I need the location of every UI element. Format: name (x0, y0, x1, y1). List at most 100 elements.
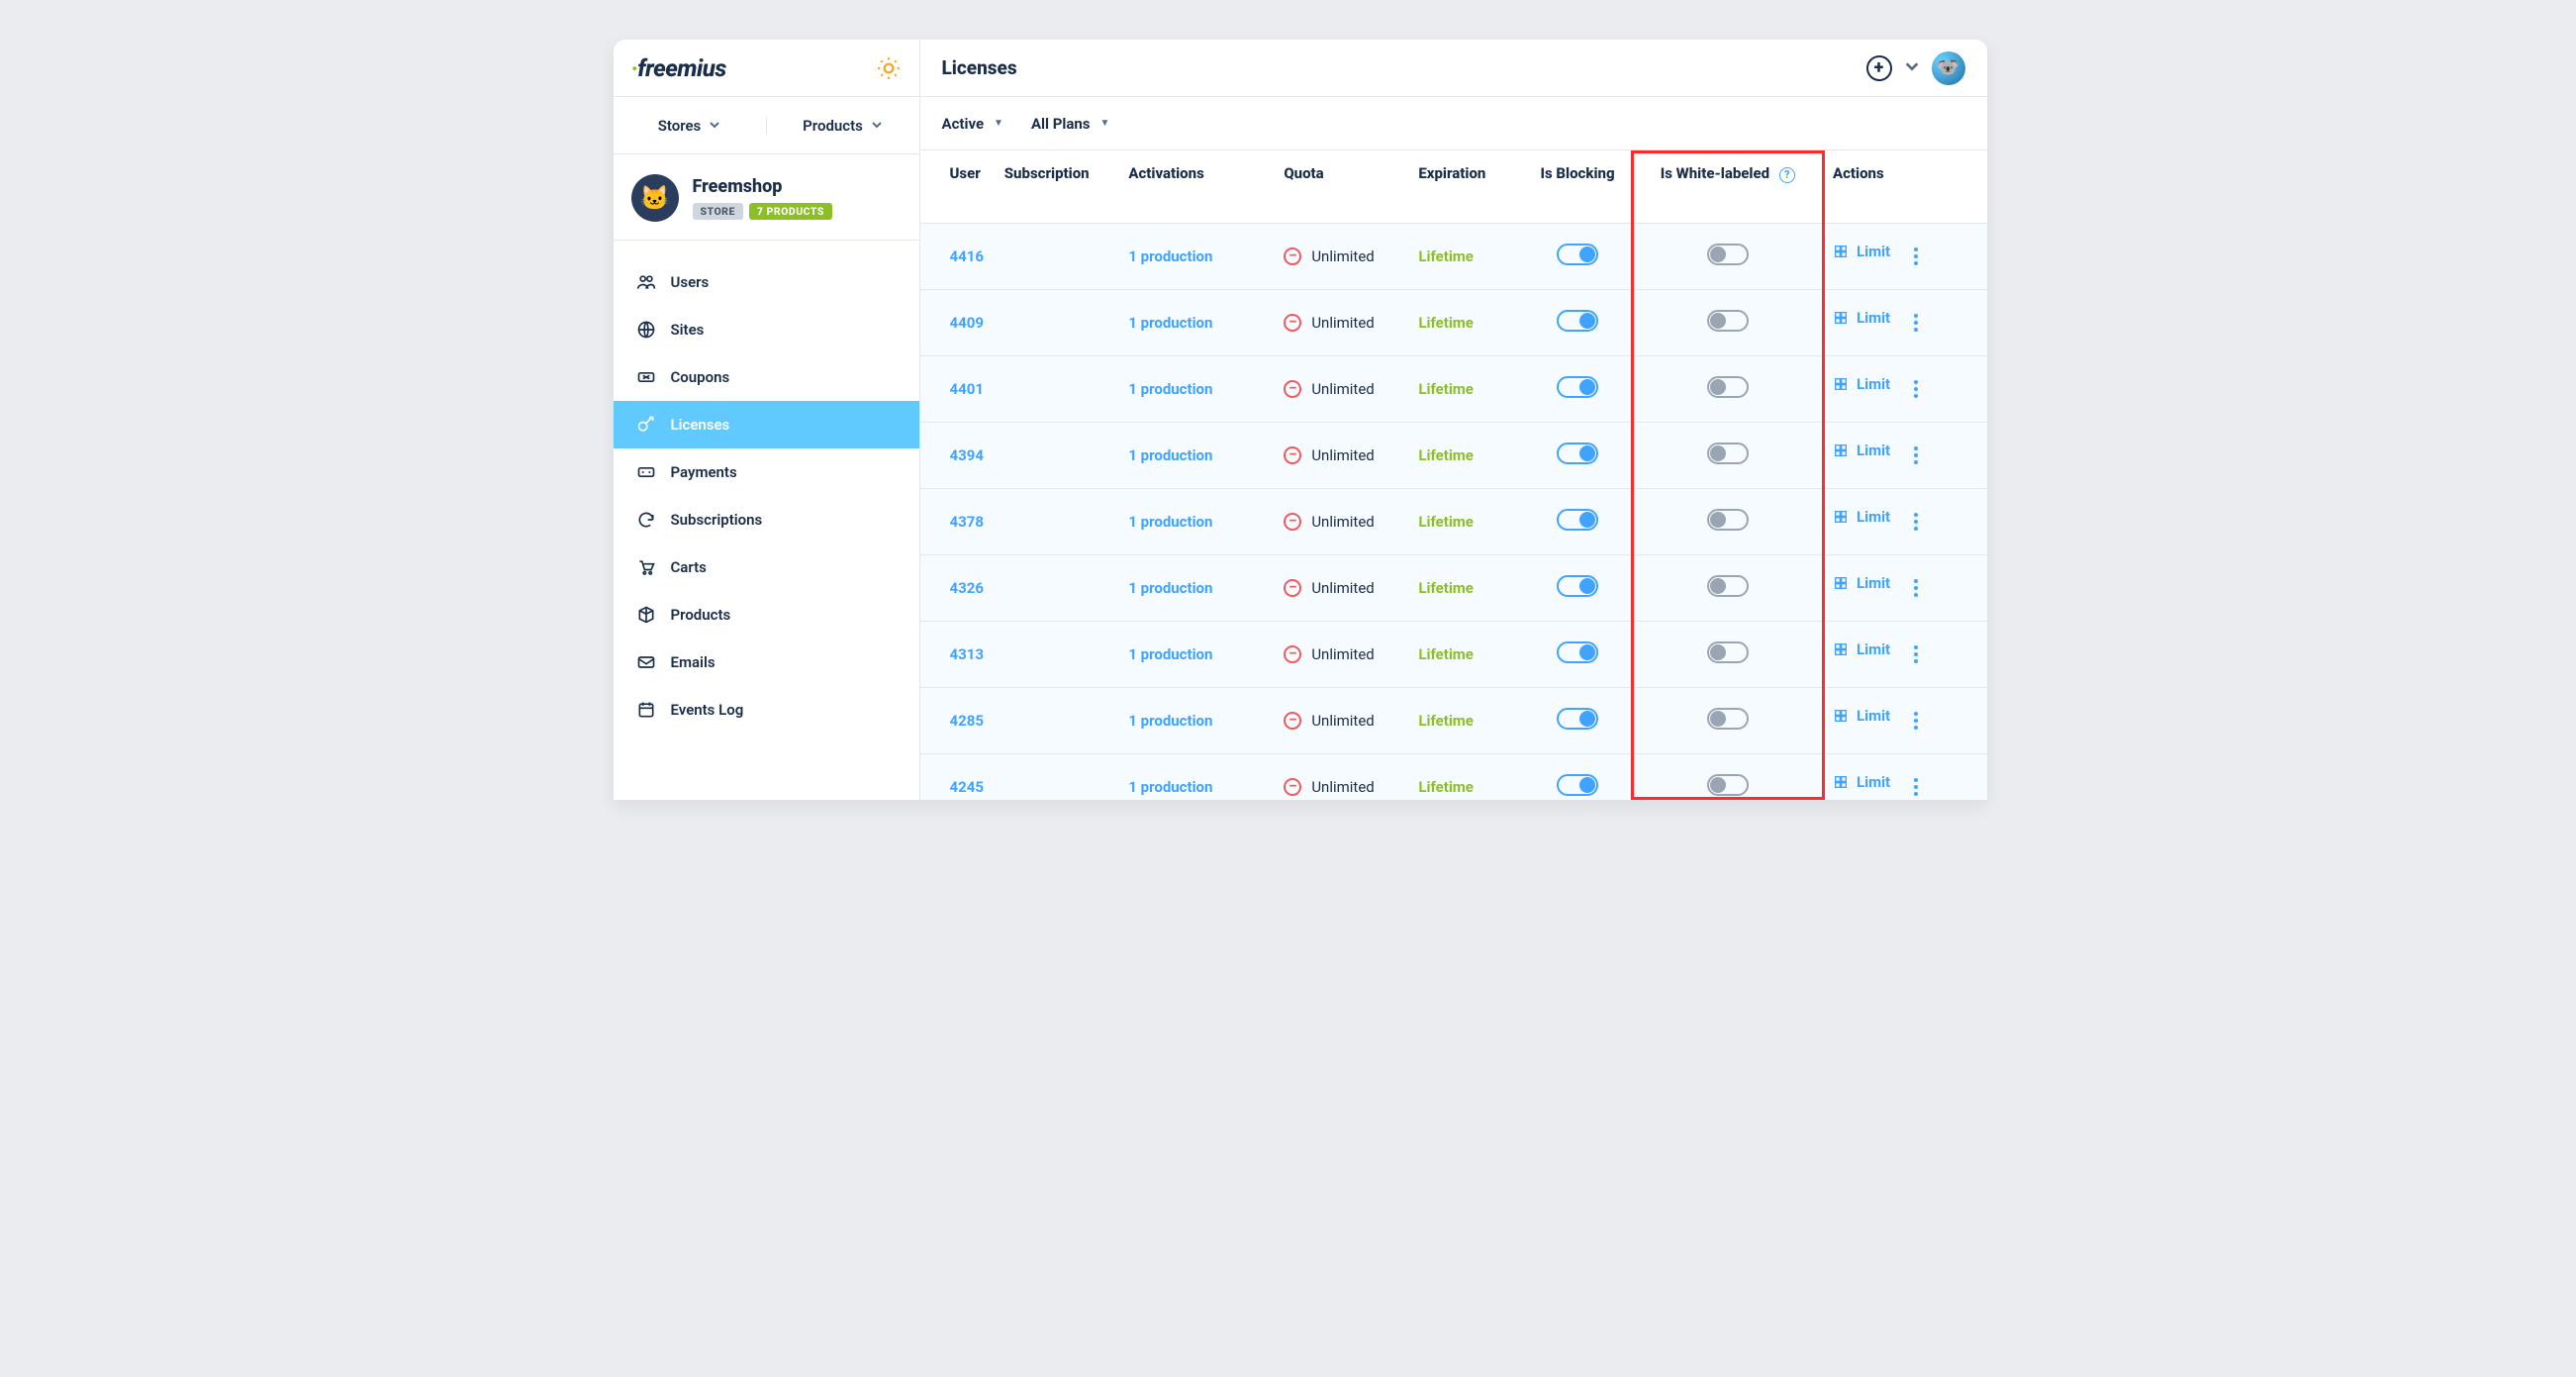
events-icon (635, 700, 657, 720)
activations-link[interactable]: 1 production (1128, 712, 1212, 730)
row-menu-button[interactable] (1908, 242, 1924, 271)
minus-icon[interactable]: – (1284, 712, 1301, 730)
user-link[interactable]: 4245 (950, 778, 984, 796)
is-blocking-toggle[interactable] (1557, 641, 1598, 663)
user-link[interactable]: 4285 (950, 712, 984, 730)
row-menu-button[interactable] (1908, 772, 1924, 801)
plan-filter[interactable]: All Plans ▼ (1031, 115, 1109, 133)
is-white-labeled-toggle[interactable] (1707, 310, 1749, 332)
row-menu-button[interactable] (1908, 706, 1924, 736)
limit-action[interactable]: Limit (1833, 309, 1890, 327)
row-menu-button[interactable] (1908, 308, 1924, 338)
theme-toggle-icon[interactable] (876, 55, 902, 81)
expiration-value: Lifetime (1418, 314, 1474, 332)
user-link[interactable]: 4313 (950, 645, 984, 663)
is-white-labeled-toggle[interactable] (1707, 376, 1749, 398)
minus-icon[interactable]: – (1284, 778, 1301, 796)
user-link[interactable]: 4409 (950, 314, 984, 332)
main: Licenses + 🐨 Active ▼ All Plans ▼ (920, 40, 1987, 800)
is-white-labeled-toggle[interactable] (1707, 244, 1749, 265)
user-link[interactable]: 4401 (950, 380, 984, 398)
caret-down-icon: ▼ (994, 118, 1003, 129)
is-blocking-toggle[interactable] (1557, 708, 1598, 730)
sidebar: ·freemius Stores Products (614, 40, 920, 800)
activations-link[interactable]: 1 production (1128, 314, 1212, 332)
activations-link[interactable]: 1 production (1128, 513, 1212, 531)
user-link[interactable]: 4378 (950, 513, 984, 531)
activations-link[interactable]: 1 production (1128, 446, 1212, 464)
sidebar-item-label: Products (671, 606, 731, 624)
row-menu-button[interactable] (1908, 374, 1924, 404)
limit-action[interactable]: Limit (1833, 773, 1890, 791)
minus-icon[interactable]: – (1284, 446, 1301, 464)
is-white-labeled-toggle[interactable] (1707, 575, 1749, 597)
is-blocking-toggle[interactable] (1557, 575, 1598, 597)
limit-action[interactable]: Limit (1833, 442, 1890, 459)
store-type-badge: STORE (693, 203, 743, 220)
is-blocking-toggle[interactable] (1557, 509, 1598, 531)
sidebar-item-label: Subscriptions (671, 511, 763, 529)
user-link[interactable]: 4416 (950, 247, 984, 265)
row-menu-button[interactable] (1908, 573, 1924, 603)
activations-link[interactable]: 1 production (1128, 380, 1212, 398)
is-white-labeled-toggle[interactable] (1707, 443, 1749, 464)
minus-icon[interactable]: – (1284, 645, 1301, 663)
quota-value: Unlimited (1311, 778, 1374, 796)
limit-label: Limit (1857, 707, 1890, 725)
activations-link[interactable]: 1 production (1128, 579, 1212, 597)
is-blocking-toggle[interactable] (1557, 376, 1598, 398)
minus-icon[interactable]: – (1284, 247, 1301, 265)
row-menu-button[interactable] (1908, 507, 1924, 537)
sidebar-item-licenses[interactable]: Licenses (614, 401, 919, 448)
help-icon[interactable]: ? (1779, 167, 1795, 183)
sidebar-item-carts[interactable]: Carts (614, 543, 919, 591)
limit-icon (1833, 244, 1849, 259)
sidebar-item-products[interactable]: Products (614, 591, 919, 639)
minus-icon[interactable]: – (1284, 513, 1301, 531)
is-blocking-toggle[interactable] (1557, 774, 1598, 796)
minus-icon[interactable]: – (1284, 380, 1301, 398)
minus-icon[interactable]: – (1284, 579, 1301, 597)
row-menu-button[interactable] (1908, 639, 1924, 669)
chevron-down-icon[interactable] (1904, 58, 1920, 78)
add-button[interactable]: + (1866, 55, 1892, 81)
sidebar-item-payments[interactable]: Payments (614, 448, 919, 496)
sidebar-item-sites[interactable]: Sites (614, 306, 919, 353)
table-row: 44091 production–UnlimitedLifetimeLimit (920, 289, 1987, 355)
sidebar-item-coupons[interactable]: Coupons (614, 353, 919, 401)
is-white-labeled-toggle[interactable] (1707, 708, 1749, 730)
expiration-value: Lifetime (1418, 712, 1474, 730)
is-white-labeled-toggle[interactable] (1707, 641, 1749, 663)
activations-link[interactable]: 1 production (1128, 645, 1212, 663)
limit-icon (1833, 641, 1849, 657)
row-menu-button[interactable] (1908, 441, 1924, 470)
quota-value: Unlimited (1311, 380, 1374, 398)
minus-icon[interactable]: – (1284, 314, 1301, 332)
is-blocking-toggle[interactable] (1557, 310, 1598, 332)
is-white-labeled-toggle[interactable] (1707, 509, 1749, 531)
sidebar-item-events[interactable]: Events Log (614, 686, 919, 734)
status-filter[interactable]: Active ▼ (942, 115, 1003, 133)
expiration-value: Lifetime (1418, 579, 1474, 597)
sidebar-item-label: Users (671, 273, 710, 291)
quota-value: Unlimited (1311, 513, 1374, 531)
products-dropdown[interactable]: Products (766, 117, 919, 135)
user-link[interactable]: 4326 (950, 579, 984, 597)
limit-action[interactable]: Limit (1833, 574, 1890, 592)
limit-action[interactable]: Limit (1833, 640, 1890, 658)
sidebar-item-emails[interactable]: Emails (614, 639, 919, 686)
sidebar-item-users[interactable]: Users (614, 258, 919, 306)
is-blocking-toggle[interactable] (1557, 244, 1598, 265)
user-avatar[interactable]: 🐨 (1932, 51, 1965, 85)
activations-link[interactable]: 1 production (1128, 778, 1212, 796)
user-link[interactable]: 4394 (950, 446, 984, 464)
activations-link[interactable]: 1 production (1128, 247, 1212, 265)
stores-dropdown[interactable]: Stores (614, 117, 766, 135)
sidebar-item-subscriptions[interactable]: Subscriptions (614, 496, 919, 543)
limit-action[interactable]: Limit (1833, 375, 1890, 393)
is-blocking-toggle[interactable] (1557, 443, 1598, 464)
limit-action[interactable]: Limit (1833, 243, 1890, 260)
limit-action[interactable]: Limit (1833, 707, 1890, 725)
is-white-labeled-toggle[interactable] (1707, 774, 1749, 796)
limit-action[interactable]: Limit (1833, 508, 1890, 526)
